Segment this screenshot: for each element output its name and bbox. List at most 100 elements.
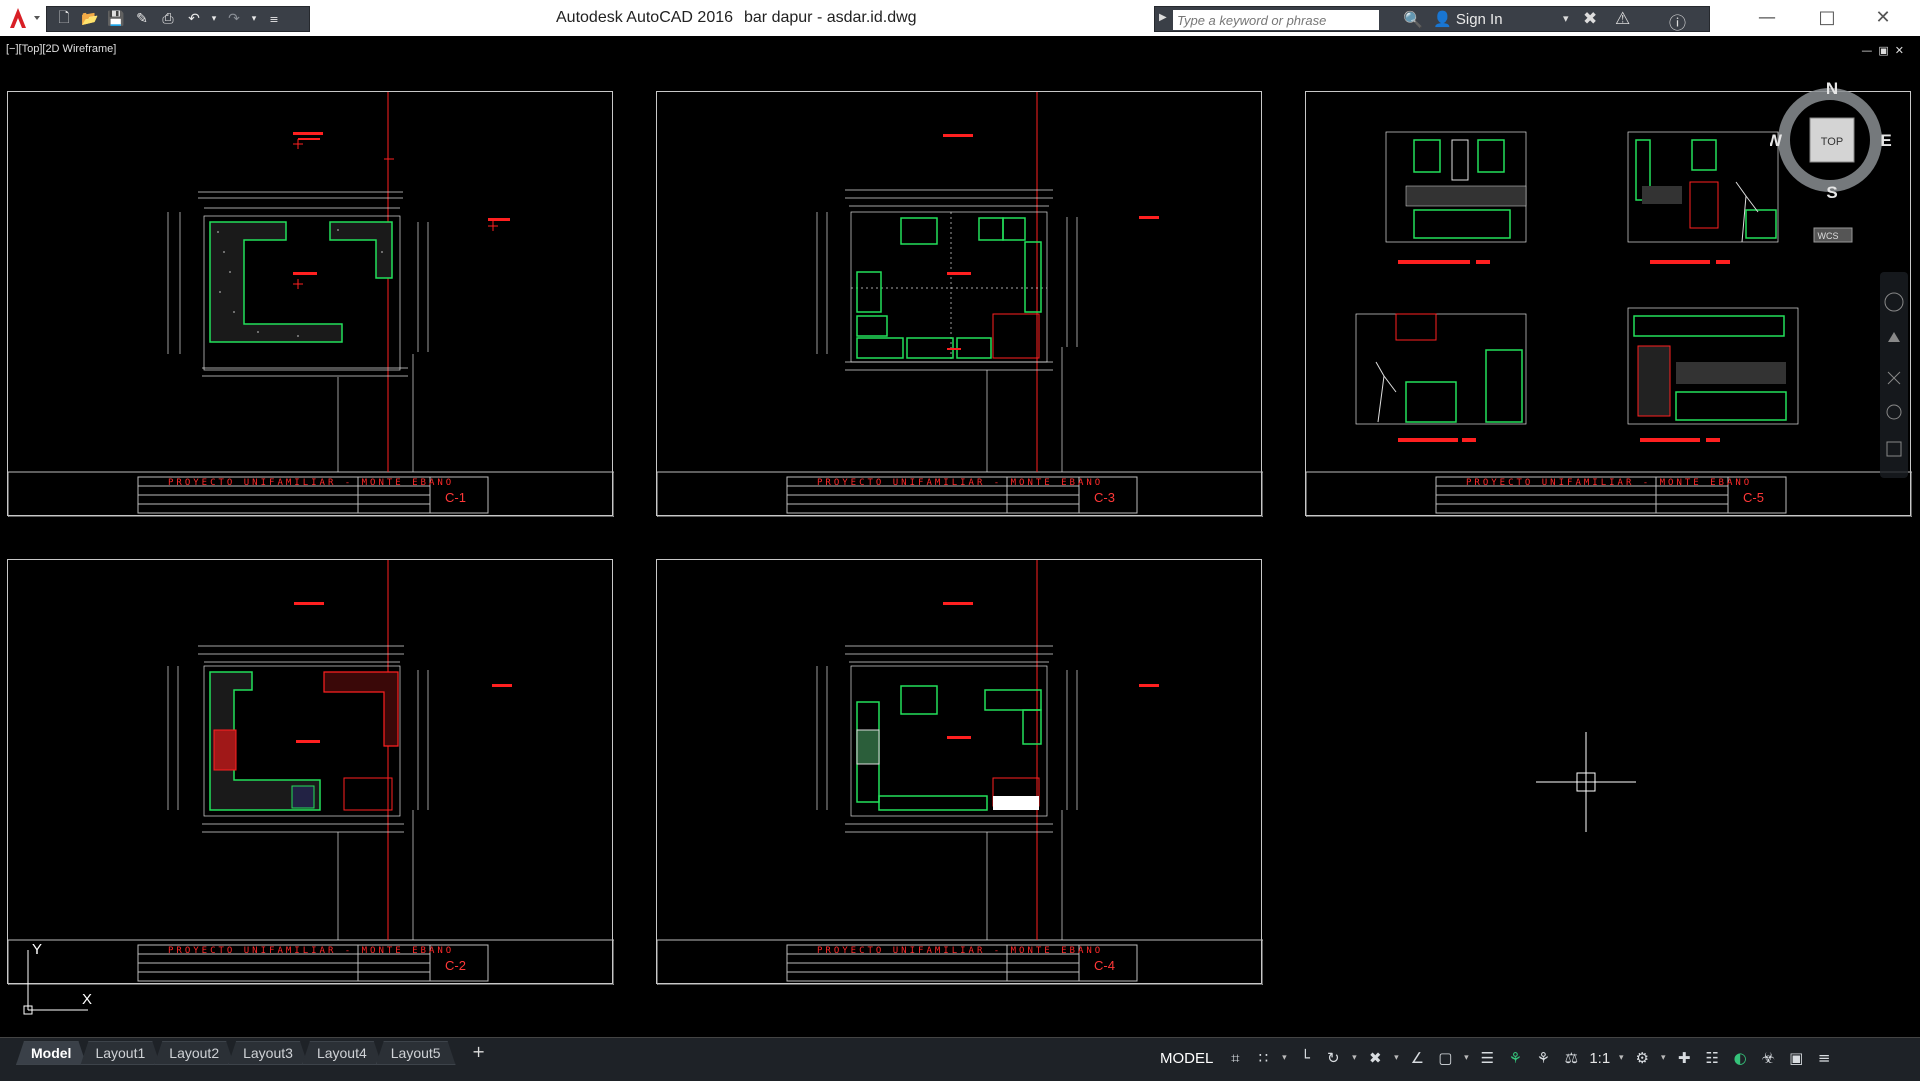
tab-layout1[interactable]: Layout1: [80, 1041, 160, 1065]
cursor-crosshair-icon: [1536, 732, 1636, 832]
polar-icon[interactable]: ↻: [1321, 1045, 1345, 1071]
viewport-window-controls[interactable]: —▣✕: [1861, 44, 1910, 57]
undo-icon[interactable]: ↶: [183, 8, 205, 30]
sheet-number: C-3: [1094, 490, 1115, 505]
object-snap-box-icon[interactable]: ▢: [1433, 1045, 1457, 1071]
compass-south[interactable]: S: [1826, 183, 1837, 202]
title-block-heading: PROYECTO UNIFAMILIAR - MONTE EBANO: [817, 478, 1103, 488]
quick-access-toolbar: 🗋 📂 💾 ✎ ⎙ ↶ ▾ ↷ ▾ ≡: [46, 6, 310, 32]
snap-icon[interactable]: ∷: [1251, 1045, 1275, 1071]
viewport-controls-label[interactable]: [−][Top][2D Wireframe]: [6, 43, 116, 55]
save-icon[interactable]: 💾: [105, 8, 127, 30]
navigation-bar[interactable]: [1880, 272, 1908, 478]
customize-toolbar-icon[interactable]: ≡: [263, 8, 285, 30]
title-block-heading: PROYECTO UNIFAMILIAR - MONTE EBANO: [168, 946, 454, 956]
ortho-icon[interactable]: └: [1293, 1045, 1317, 1071]
ucs-icon: Y X: [23, 941, 92, 1015]
model-space-button[interactable]: MODEL: [1154, 1050, 1219, 1067]
kitchen-plan-c1: PROYECTO UNIFAMILIAR - MONTE EBANO C-1: [8, 92, 614, 517]
sheet-number: C-5: [1743, 490, 1764, 505]
search-input[interactable]: [1173, 10, 1379, 30]
save-as-icon[interactable]: ✎: [131, 8, 153, 30]
lineweight-icon[interactable]: ☰: [1475, 1045, 1499, 1071]
ucs-y-label: Y: [32, 941, 42, 958]
workspace-dropdown-icon[interactable]: ▾: [1658, 1045, 1668, 1071]
wcs-menu[interactable]: WCS: [1818, 231, 1839, 241]
tab-layout5[interactable]: Layout5: [376, 1041, 456, 1065]
object-snap-dropdown-icon[interactable]: ▾: [1461, 1045, 1471, 1071]
title-block-heading: PROYECTO UNIFAMILIAR - MONTE EBANO: [1466, 478, 1752, 488]
navbar-tools-icon: [1884, 292, 1904, 457]
annotation-scale-value[interactable]: 1:1: [1587, 1050, 1612, 1067]
compass-ring-icon: TOP N S E W WCS: [1766, 79, 1892, 243]
maximize-icon[interactable]: □: [1804, 4, 1850, 32]
layout-tabs: Model Layout1 Layout2 Layout3 Layout4 La…: [16, 1041, 492, 1065]
a360-icon[interactable]: ⚠: [1615, 9, 1630, 29]
drawing-sheet-c4[interactable]: PROYECTO UNIFAMILIAR - MONTE EBANO C-4: [656, 559, 1263, 985]
drawing-sheet-c2[interactable]: PROYECTO UNIFAMILIAR - MONTE EBANO C-2: [7, 559, 614, 985]
new-file-icon[interactable]: 🗋: [53, 8, 75, 30]
status-bar: Model Layout1 Layout2 Layout3 Layout4 La…: [0, 1037, 1920, 1081]
annotation-monitor-icon[interactable]: ✚: [1672, 1045, 1696, 1071]
sheet-number: C-2: [445, 958, 466, 973]
app-title: Autodesk AutoCAD 2016: [556, 9, 734, 26]
autocad-logo-icon: [10, 8, 40, 28]
auto-scale-icon[interactable]: ⚘: [1531, 1045, 1555, 1071]
title-block-heading: PROYECTO UNIFAMILIAR - MONTE EBANO: [817, 946, 1103, 956]
drawing-sheet-c1[interactable]: PROYECTO UNIFAMILIAR - MONTE EBANO C-1: [7, 91, 614, 517]
undo-dropdown-icon[interactable]: ▾: [209, 8, 219, 30]
workspace-gear-icon[interactable]: ⚙: [1630, 1045, 1654, 1071]
kitchen-plan-c2: PROYECTO UNIFAMILIAR - MONTE EBANO C-2: [8, 560, 614, 985]
sign-in-dropdown-icon[interactable]: ▾: [1563, 12, 1569, 25]
sheet-number: C-1: [445, 490, 466, 505]
osnap-tracking-icon[interactable]: ✖: [1363, 1045, 1387, 1071]
sign-in-label: Sign In: [1455, 11, 1503, 28]
compass-east[interactable]: E: [1880, 131, 1891, 150]
viewcube[interactable]: TOP N S E W WCS: [1766, 78, 1900, 258]
graphics-performance-icon[interactable]: ▣: [1784, 1045, 1808, 1071]
viewcube-top-face[interactable]: TOP: [1821, 136, 1843, 148]
polar-dropdown-icon[interactable]: ▾: [1349, 1045, 1359, 1071]
close-icon[interactable]: ✕: [1860, 4, 1906, 32]
snap-dropdown-icon[interactable]: ▾: [1279, 1045, 1289, 1071]
autocad-window: 🗋 📂 💾 ✎ ⎙ ↶ ▾ ↷ ▾ ≡ Autodesk AutoCAD 201…: [0, 0, 1920, 1081]
title-block-heading: PROYECTO UNIFAMILIAR - MONTE EBANO: [168, 478, 454, 488]
sheet-number: C-4: [1094, 958, 1115, 973]
open-file-icon[interactable]: 📂: [79, 8, 101, 30]
osnap-tracking-dropdown-icon[interactable]: ▾: [1391, 1045, 1401, 1071]
tab-layout2[interactable]: Layout2: [154, 1041, 234, 1065]
plot-icon[interactable]: ⎙: [157, 8, 179, 30]
compass-west[interactable]: W: [1766, 131, 1783, 150]
minimize-icon[interactable]: —: [1744, 4, 1790, 32]
expand-search-icon[interactable]: ▶: [1159, 12, 1167, 23]
clean-screen-icon[interactable]: ≡: [1812, 1045, 1836, 1071]
infocenter-bar: ▶ 🔍 👤 Sign In ▾ ✖ ⚠ ⓘ: [1154, 6, 1710, 34]
isolate-objects-icon[interactable]: ☣: [1756, 1045, 1780, 1071]
new-layout-icon[interactable]: +: [466, 1041, 492, 1063]
tab-layout4[interactable]: Layout4: [302, 1041, 382, 1065]
tab-layout3[interactable]: Layout3: [228, 1041, 308, 1065]
grid-icon[interactable]: ⌗: [1223, 1045, 1247, 1071]
compass-north[interactable]: N: [1826, 79, 1838, 98]
ucs-x-label: X: [82, 991, 92, 1008]
status-toggles: MODEL ⌗ ∷ ▾ └ ↻ ▾ ✖ ▾ ∠ ▢ ▾ ☰ ⚘ ⚘ ⚖ 1:1 …: [1154, 1043, 1920, 1073]
object-snap-icon[interactable]: ∠: [1405, 1045, 1429, 1071]
autodesk-exchange-icon[interactable]: ✖: [1583, 9, 1597, 29]
drawing-sheet-c3[interactable]: PROYECTO UNIFAMILIAR - MONTE EBANO C-3: [656, 91, 1263, 517]
kitchen-plan-c3: PROYECTO UNIFAMILIAR - MONTE EBANO C-3: [657, 92, 1263, 517]
application-menu-button[interactable]: [4, 4, 44, 32]
tab-model[interactable]: Model: [16, 1041, 86, 1065]
quick-properties-icon[interactable]: ◐: [1728, 1045, 1752, 1071]
redo-dropdown-icon[interactable]: ▾: [249, 8, 259, 30]
scale-dropdown-icon[interactable]: ▾: [1616, 1045, 1626, 1071]
annotation-scale-icon[interactable]: ⚖: [1559, 1045, 1583, 1071]
binoculars-icon[interactable]: 🔍: [1403, 10, 1423, 29]
redo-icon[interactable]: ↷: [223, 8, 245, 30]
document-title: bar dapur - asdar.id.dwg: [744, 9, 917, 26]
sign-in-button[interactable]: 👤 Sign In: [1433, 10, 1503, 28]
title-bar: 🗋 📂 💾 ✎ ⎙ ↶ ▾ ↷ ▾ ≡ Autodesk AutoCAD 201…: [0, 0, 1920, 36]
units-icon[interactable]: ☷: [1700, 1045, 1724, 1071]
annotation-visibility-icon[interactable]: ⚘: [1503, 1045, 1527, 1071]
help-icon[interactable]: ⓘ: [1669, 9, 1686, 34]
kitchen-plan-c4: PROYECTO UNIFAMILIAR - MONTE EBANO C-4: [657, 560, 1263, 985]
